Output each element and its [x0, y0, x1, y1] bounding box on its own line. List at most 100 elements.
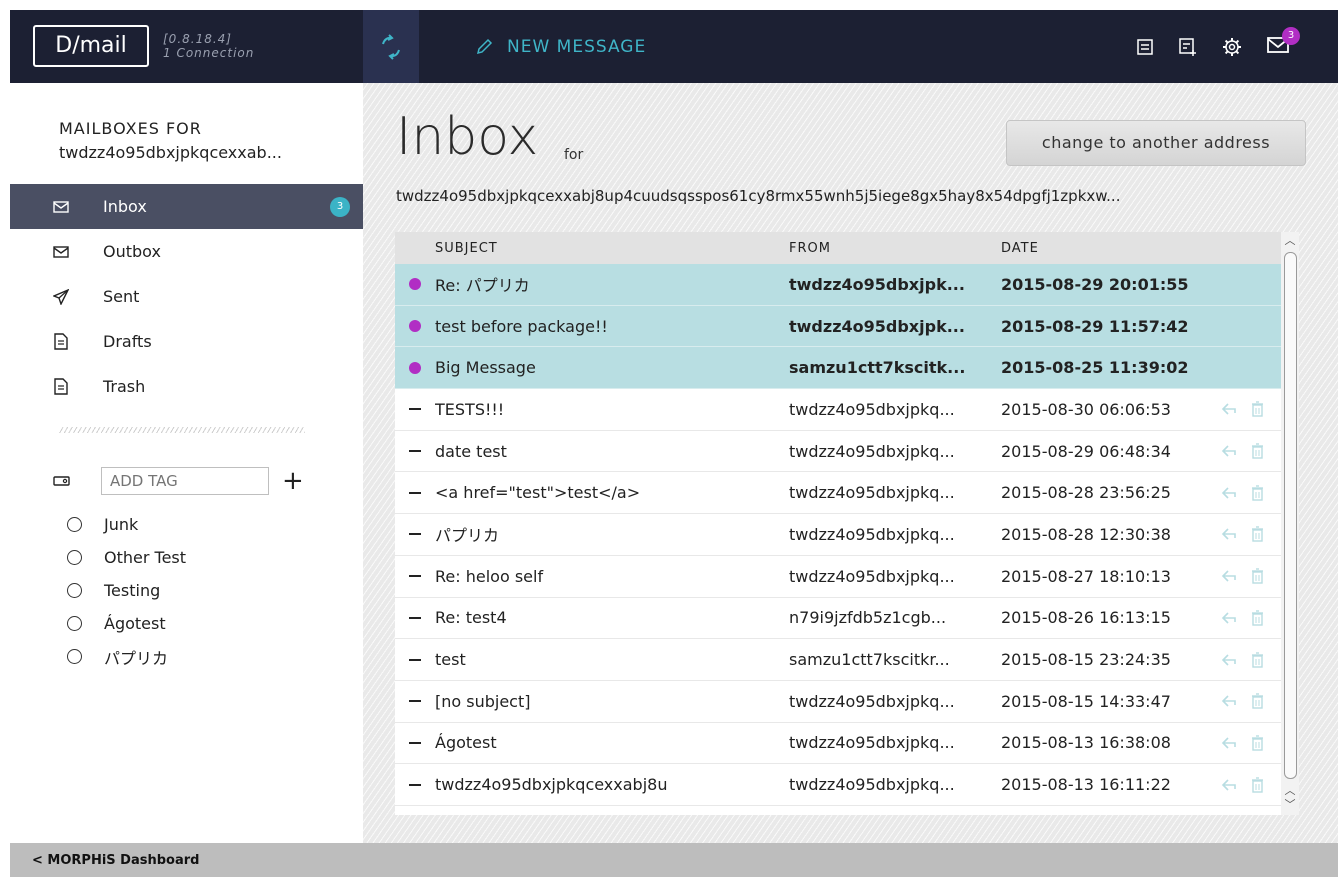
tag-radio[interactable]: [67, 550, 82, 565]
sidebar-item-drafts[interactable]: Drafts: [10, 319, 363, 364]
scroll-up-arrow-bottom[interactable]: ︿: [1283, 784, 1297, 798]
change-address-button[interactable]: change to another address: [1006, 120, 1306, 166]
reply-icon[interactable]: [1221, 611, 1237, 625]
tag-label: Junk: [104, 515, 139, 534]
message-date: 2015-08-29 11:57:42: [1001, 316, 1189, 336]
trash-icon[interactable]: [1251, 401, 1264, 418]
reply-icon[interactable]: [1221, 569, 1237, 583]
table-header: SUBJECT FROM DATE: [395, 232, 1281, 264]
message-from: twdzz4o95dbxjpkq...: [789, 441, 955, 461]
message-from: samzu1ctt7kscitk...: [789, 358, 966, 378]
message-from: twdzz4o95dbxjpkq...: [789, 483, 955, 503]
reply-icon[interactable]: [1221, 694, 1237, 708]
tag-radio[interactable]: [67, 649, 82, 664]
message-date: 2015-08-27 18:10:13: [1001, 566, 1171, 586]
trash-icon[interactable]: [1251, 776, 1264, 793]
table-scrollbar[interactable]: ︿ ︿ ﹀: [1281, 232, 1299, 815]
trash-icon[interactable]: [1251, 526, 1264, 543]
reply-icon[interactable]: [1221, 778, 1237, 792]
trash-icon[interactable]: [1251, 568, 1264, 584]
mail-notification[interactable]: 3: [1266, 26, 1300, 59]
list-icon[interactable]: [1136, 38, 1154, 56]
tag-item-junk[interactable]: Junk: [67, 508, 186, 541]
read-dash-icon: [395, 700, 435, 703]
table-row[interactable]: TESTS!!! twdzz4o95dbxjpkq... 2015-08-30 06…: [395, 389, 1281, 431]
read-dash-icon: [395, 783, 435, 786]
read-dash-icon: [395, 491, 435, 494]
table-row[interactable]: Re: パプリカ twdzz4o95dbxjpk... 2015-08-29 20:…: [395, 264, 1281, 306]
trash-icon[interactable]: [1251, 735, 1264, 751]
tag-item-other-test[interactable]: Other Test: [67, 541, 186, 574]
sidebar-item-inbox[interactable]: Inbox 3: [10, 184, 363, 229]
table-row[interactable]: [no subject] twdzz4o95dbxjpkq... 2015-08-1…: [395, 681, 1281, 723]
list-add-icon[interactable]: [1178, 37, 1198, 57]
refresh-button[interactable]: [363, 10, 419, 83]
table-row[interactable]: twdzz4o95dbxjpkqcexxabj8u twdzz4o95dbxjpk…: [395, 764, 1281, 806]
tag-label: Ágotest: [104, 614, 166, 633]
app-logo[interactable]: D/mail: [33, 25, 149, 67]
message-subject: test before package!!: [435, 316, 608, 336]
gear-icon[interactable]: [1222, 37, 1242, 57]
reply-icon[interactable]: [1221, 444, 1237, 458]
tag-item-agotest[interactable]: Ágotest: [67, 607, 186, 640]
message-subject: TESTS!!!: [435, 399, 505, 419]
scroll-up-arrow[interactable]: ︿: [1283, 234, 1297, 248]
sidebar-item-outbox[interactable]: Outbox: [10, 229, 363, 274]
message-from: twdzz4o95dbxjpk...: [789, 316, 965, 336]
sidebar-item-label: Outbox: [103, 242, 161, 261]
dashboard-link[interactable]: < MORPHiS Dashboard: [10, 843, 1338, 877]
tag-item-paprika[interactable]: パプリカ: [67, 640, 186, 673]
inbox-address: twdzz4o95dbxjpkqcexxabj8up4cuudsqsspos61…: [396, 187, 1121, 205]
paper-plane-icon: [53, 288, 69, 305]
message-date: 2015-08-25 11:39:02: [1001, 358, 1189, 378]
scroll-down-arrow[interactable]: ﹀: [1283, 798, 1297, 812]
table-row[interactable]: Re: heloo self twdzz4o95dbxjpkq... 2015-08…: [395, 556, 1281, 598]
add-tag-button[interactable]: +: [282, 468, 304, 494]
table-row[interactable]: Ágotest twdzz4o95dbxjpkq... 2015-08-13 16:…: [395, 723, 1281, 765]
table-row[interactable]: <a href="test">test</a> twdzz4o95dbxjpkq.…: [395, 472, 1281, 515]
message-subject: date test: [435, 441, 507, 461]
message-from: twdzz4o95dbxjpkq...: [789, 399, 955, 419]
new-message-button[interactable]: NEW MESSAGE: [475, 10, 646, 83]
trash-icon[interactable]: [1251, 485, 1264, 501]
reply-icon[interactable]: [1221, 736, 1237, 750]
tag-icon: [53, 476, 70, 486]
add-tag-input[interactable]: [101, 467, 269, 495]
top-bar: D/mail [0.8.18.4] 1 Connection NEW MESSA…: [10, 10, 1338, 83]
table-row[interactable]: Big Message samzu1ctt7kscitk... 2015-08-25…: [395, 347, 1281, 390]
trash-icon[interactable]: [1251, 443, 1264, 459]
message-subject: Re: heloo self: [435, 566, 544, 586]
read-dash-icon: [395, 616, 435, 619]
row-actions: [1221, 776, 1281, 793]
message-from: twdzz4o95dbxjpkq...: [789, 566, 955, 586]
table-row[interactable]: Re: test4 n79i9jzfdb5z1cgb... 2015-08-26 1…: [395, 598, 1281, 640]
table-row[interactable]: test samzu1ctt7kscitkr... 2015-08-15 23:24…: [395, 639, 1281, 681]
tag-radio[interactable]: [67, 517, 82, 532]
sidebar-item-trash[interactable]: Trash: [10, 364, 363, 409]
trash-icon[interactable]: [1251, 651, 1264, 668]
column-header-date[interactable]: DATE: [1001, 241, 1221, 256]
column-header-subject[interactable]: SUBJECT: [435, 241, 789, 256]
sidebar-item-sent[interactable]: Sent: [10, 274, 363, 319]
reply-icon[interactable]: [1221, 486, 1237, 500]
row-actions: [1221, 693, 1281, 709]
reply-icon[interactable]: [1221, 527, 1237, 541]
tag-list: Junk Other Test Testing Ágotest パプリカ: [67, 508, 186, 673]
tag-item-testing[interactable]: Testing: [67, 574, 186, 607]
read-dash-icon: [395, 575, 435, 578]
table-row[interactable]: date test twdzz4o95dbxjpkq... 2015-08-29 0…: [395, 431, 1281, 473]
trash-icon[interactable]: [1251, 610, 1264, 626]
reply-icon[interactable]: [1221, 402, 1237, 416]
reply-icon[interactable]: [1221, 653, 1237, 667]
message-date: 2015-08-30 06:06:53: [1001, 399, 1171, 419]
tag-radio[interactable]: [67, 616, 82, 631]
row-actions: [1221, 610, 1281, 626]
trash-icon[interactable]: [1251, 693, 1264, 709]
column-header-from[interactable]: FROM: [789, 241, 1001, 256]
table-row[interactable]: パプリカ twdzz4o95dbxjpkq... 2015-08-28 12:30:…: [395, 514, 1281, 556]
table-row[interactable]: test before package!! twdzz4o95dbxjpk... 2…: [395, 305, 1281, 348]
tag-radio[interactable]: [67, 583, 82, 598]
scroll-thumb[interactable]: [1284, 252, 1297, 779]
message-from: twdzz4o95dbxjpk...: [789, 274, 965, 294]
document-icon: [53, 378, 69, 395]
